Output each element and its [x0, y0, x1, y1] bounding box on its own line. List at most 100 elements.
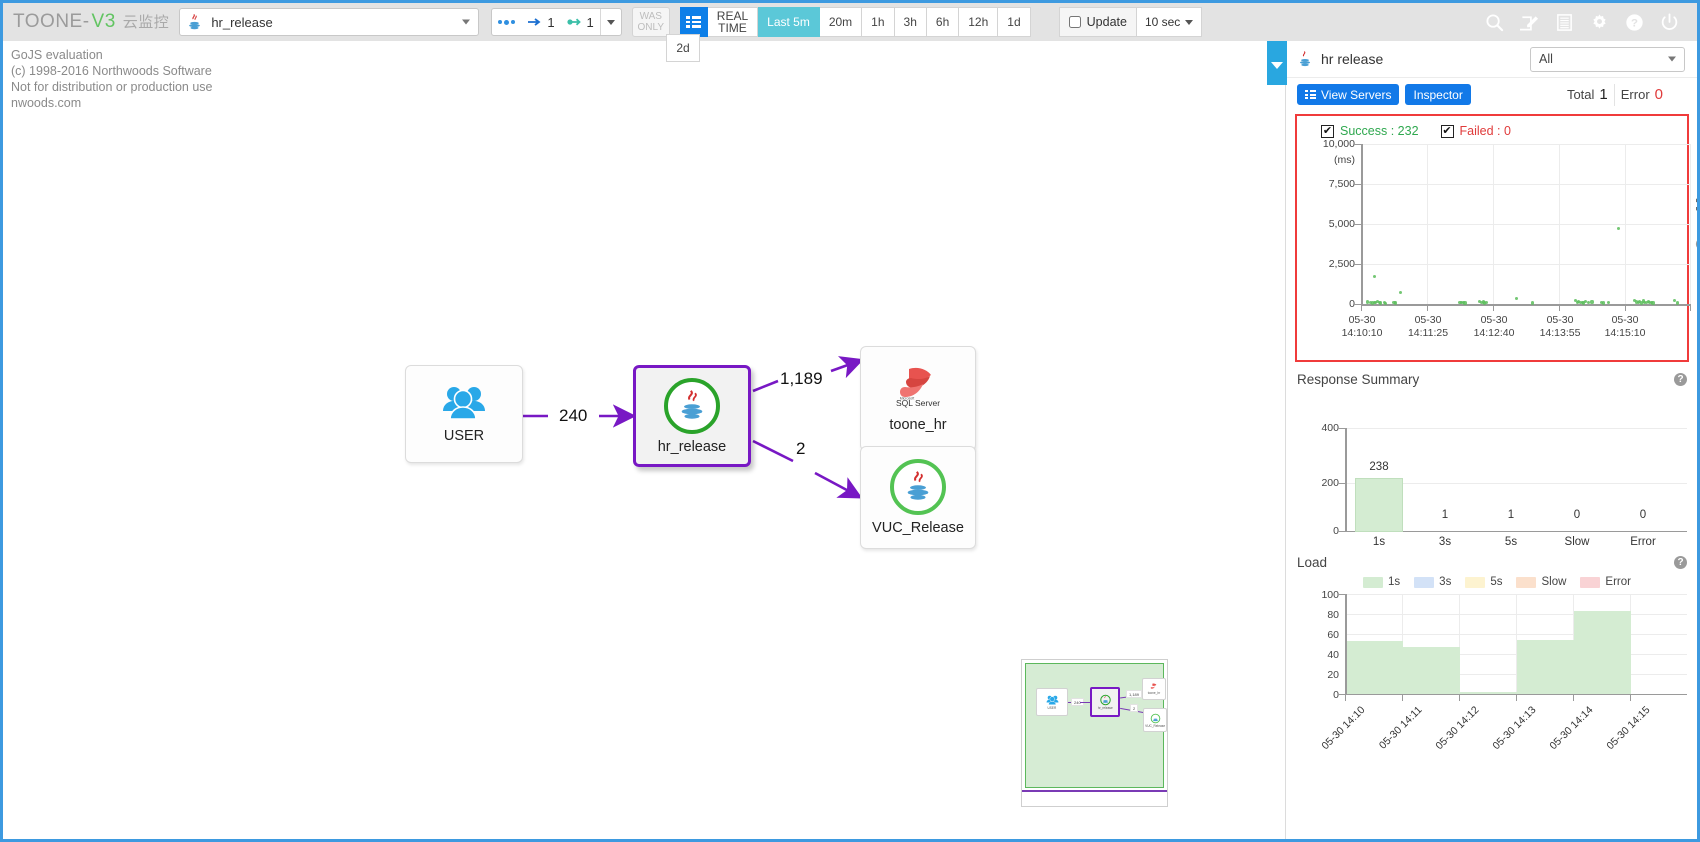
app-brand: TOONE- V3 云监控	[9, 11, 179, 33]
realtime-button[interactable]: REAL TIME	[707, 7, 759, 37]
load-ytick-4: 80	[1327, 609, 1339, 621]
load-legend-3s[interactable]: 3s	[1414, 576, 1451, 588]
brand-main: TOONE-	[13, 11, 90, 32]
node-vuc-release[interactable]: VUC_Release	[860, 446, 976, 549]
load-legend-error[interactable]: Error	[1580, 576, 1631, 588]
load-xtick-3: 05-30 14:13	[1490, 704, 1539, 753]
legend-success[interactable]: ✔ Success : 232	[1321, 124, 1419, 138]
brand-version: V3	[91, 11, 116, 32]
was-only-button[interactable]: WAS ONLY	[631, 7, 670, 37]
range-3h[interactable]: 3h	[894, 7, 927, 37]
checkbox-failed[interactable]: ✔	[1440, 124, 1454, 138]
view-servers-label: View Servers	[1321, 87, 1392, 102]
gear-icon[interactable]	[1696, 120, 1698, 133]
checkbox-success[interactable]: ✔	[1321, 124, 1334, 138]
range-2d[interactable]: 2d	[666, 34, 700, 62]
refresh-interval-selector[interactable]: 10 sec	[1136, 7, 1203, 37]
chevron-down-icon	[1185, 19, 1194, 25]
was-only-line2: ONLY	[637, 22, 665, 33]
minimap-edge-label-3: 2	[1130, 704, 1139, 712]
panel-collapse-button[interactable]	[1267, 41, 1287, 85]
range-6h[interactable]: 6h	[926, 7, 960, 37]
minimap[interactable]: USER 240 hr_release 1,189 toone_hr 2 VUC…	[1021, 659, 1168, 807]
load-legend-3s-label: 3s	[1439, 576, 1452, 588]
detail-panel: hr release All View Servers Inspector To…	[1287, 41, 1697, 839]
gear-icon[interactable]	[1590, 13, 1609, 32]
search-icon[interactable]	[1485, 13, 1504, 32]
chevron-down-icon	[462, 19, 471, 25]
list-icon[interactable]	[1555, 13, 1574, 32]
load-chart[interactable]: 100 80 60 40 20 0 05-30 14:10 05-30 14:1…	[1287, 589, 1697, 772]
rs-cat-error: Error	[1630, 536, 1656, 548]
error-label: Error	[1620, 87, 1650, 102]
update-checkbox[interactable]	[1068, 16, 1081, 28]
edge-label-hr-toonehr: 1,189	[780, 369, 823, 388]
rs-bar-label-slow: 0	[1573, 509, 1581, 521]
rs-bar-label-1s: 238	[1369, 461, 1389, 473]
minimap-node-user: USER	[1036, 688, 1068, 716]
scatter-point	[1531, 301, 1535, 305]
legend-failed[interactable]: ✔ Failed : 0	[1440, 124, 1511, 138]
rs-bar-label-5s: 1	[1507, 509, 1515, 521]
load-ytick-2: 40	[1327, 649, 1339, 661]
range-12h[interactable]: 12h	[959, 7, 999, 37]
count-dropdown-toggle[interactable]	[601, 9, 621, 35]
range-1h[interactable]: 1h	[862, 7, 895, 37]
minimap-label-vuc-release: VUC_Release	[1145, 723, 1165, 728]
help-icon[interactable]: ?	[1695, 237, 1697, 251]
application-selector[interactable]: hr_release	[179, 8, 480, 36]
scatter-xtick-4: 05-30 14:15:10	[1604, 314, 1646, 339]
node-toone-hr[interactable]: SQL Server Microsoft toone_hr	[860, 346, 976, 451]
scatter-point	[1590, 300, 1594, 304]
minimap-label-user: USER	[1047, 705, 1057, 710]
node-hr-release[interactable]: hr_release	[633, 365, 751, 467]
users-icon	[1046, 695, 1058, 705]
scatter-chart-panel[interactable]: ✔ Success : 232 ✔ Failed : 0 10,000 (ms)…	[1295, 114, 1697, 362]
detail-panel-title: hr release	[1321, 51, 1384, 67]
load-legend-slow[interactable]: Slow	[1516, 576, 1566, 588]
topology-canvas[interactable]: GoJS evaluation (c) 1998-2016 Northwoods…	[3, 41, 1286, 839]
load-ytick-5: 100	[1321, 589, 1339, 601]
load-xtick-2: 05-30 14:12	[1433, 704, 1482, 753]
node-count-box[interactable]: 1 1	[491, 8, 622, 36]
error-stat: Error 0	[1621, 86, 1663, 103]
help-icon[interactable]: ?	[1625, 13, 1644, 32]
response-summary-chart[interactable]: 400 200 0 238 1 1 0 0 1s 3s 5s Slow Erro…	[1287, 391, 1697, 548]
update-toggle[interactable]: Update	[1058, 7, 1137, 37]
help-icon[interactable]: ?	[1674, 373, 1687, 386]
expand-icon[interactable]	[1695, 198, 1698, 211]
inspector-button[interactable]: Inspector	[1405, 84, 1471, 105]
rs-cat-5s: 5s	[1504, 536, 1518, 548]
rs-ytick-0: 0	[1333, 525, 1339, 537]
range-last5m[interactable]: Last 5m	[758, 7, 820, 37]
load-legend-5s[interactable]: 5s	[1465, 576, 1502, 588]
java-icon	[189, 13, 201, 29]
server-filter-select[interactable]: All	[1530, 46, 1685, 72]
was-only-line1: WAS	[639, 11, 662, 22]
brand-chinese: 云监控	[122, 14, 170, 31]
minimap-label-hr-release: hr_release	[1097, 706, 1113, 710]
node-toone-hr-label: toone_hr	[889, 416, 947, 433]
chevron-down-icon	[606, 19, 615, 25]
grid-view-icon[interactable]	[679, 7, 708, 37]
scatter-ytick-3: 7,500	[1328, 178, 1355, 190]
outgoing-count: 1	[561, 9, 600, 35]
range-1d[interactable]: 1d	[998, 7, 1031, 37]
minimap-footer-line	[1022, 790, 1167, 792]
download-icon[interactable]	[1696, 159, 1698, 172]
range-20m[interactable]: 20m	[819, 7, 863, 37]
status-ring	[890, 459, 946, 515]
inspector-label: Inspector	[1413, 87, 1463, 102]
power-icon[interactable]	[1660, 13, 1679, 32]
view-servers-button[interactable]: View Servers	[1297, 84, 1400, 105]
help-icon[interactable]: ?	[1674, 556, 1687, 569]
top-right-icons: ?	[1485, 13, 1691, 32]
chevron-down-icon	[1668, 56, 1676, 62]
node-user[interactable]: USER	[405, 365, 523, 463]
edit-icon[interactable]	[1520, 13, 1539, 32]
load-legend-1s[interactable]: 1s	[1363, 576, 1400, 588]
scatter-point	[1399, 291, 1403, 295]
scatter-point	[1372, 274, 1376, 279]
load-area-3	[1517, 640, 1574, 694]
swatch-1s	[1363, 576, 1384, 588]
